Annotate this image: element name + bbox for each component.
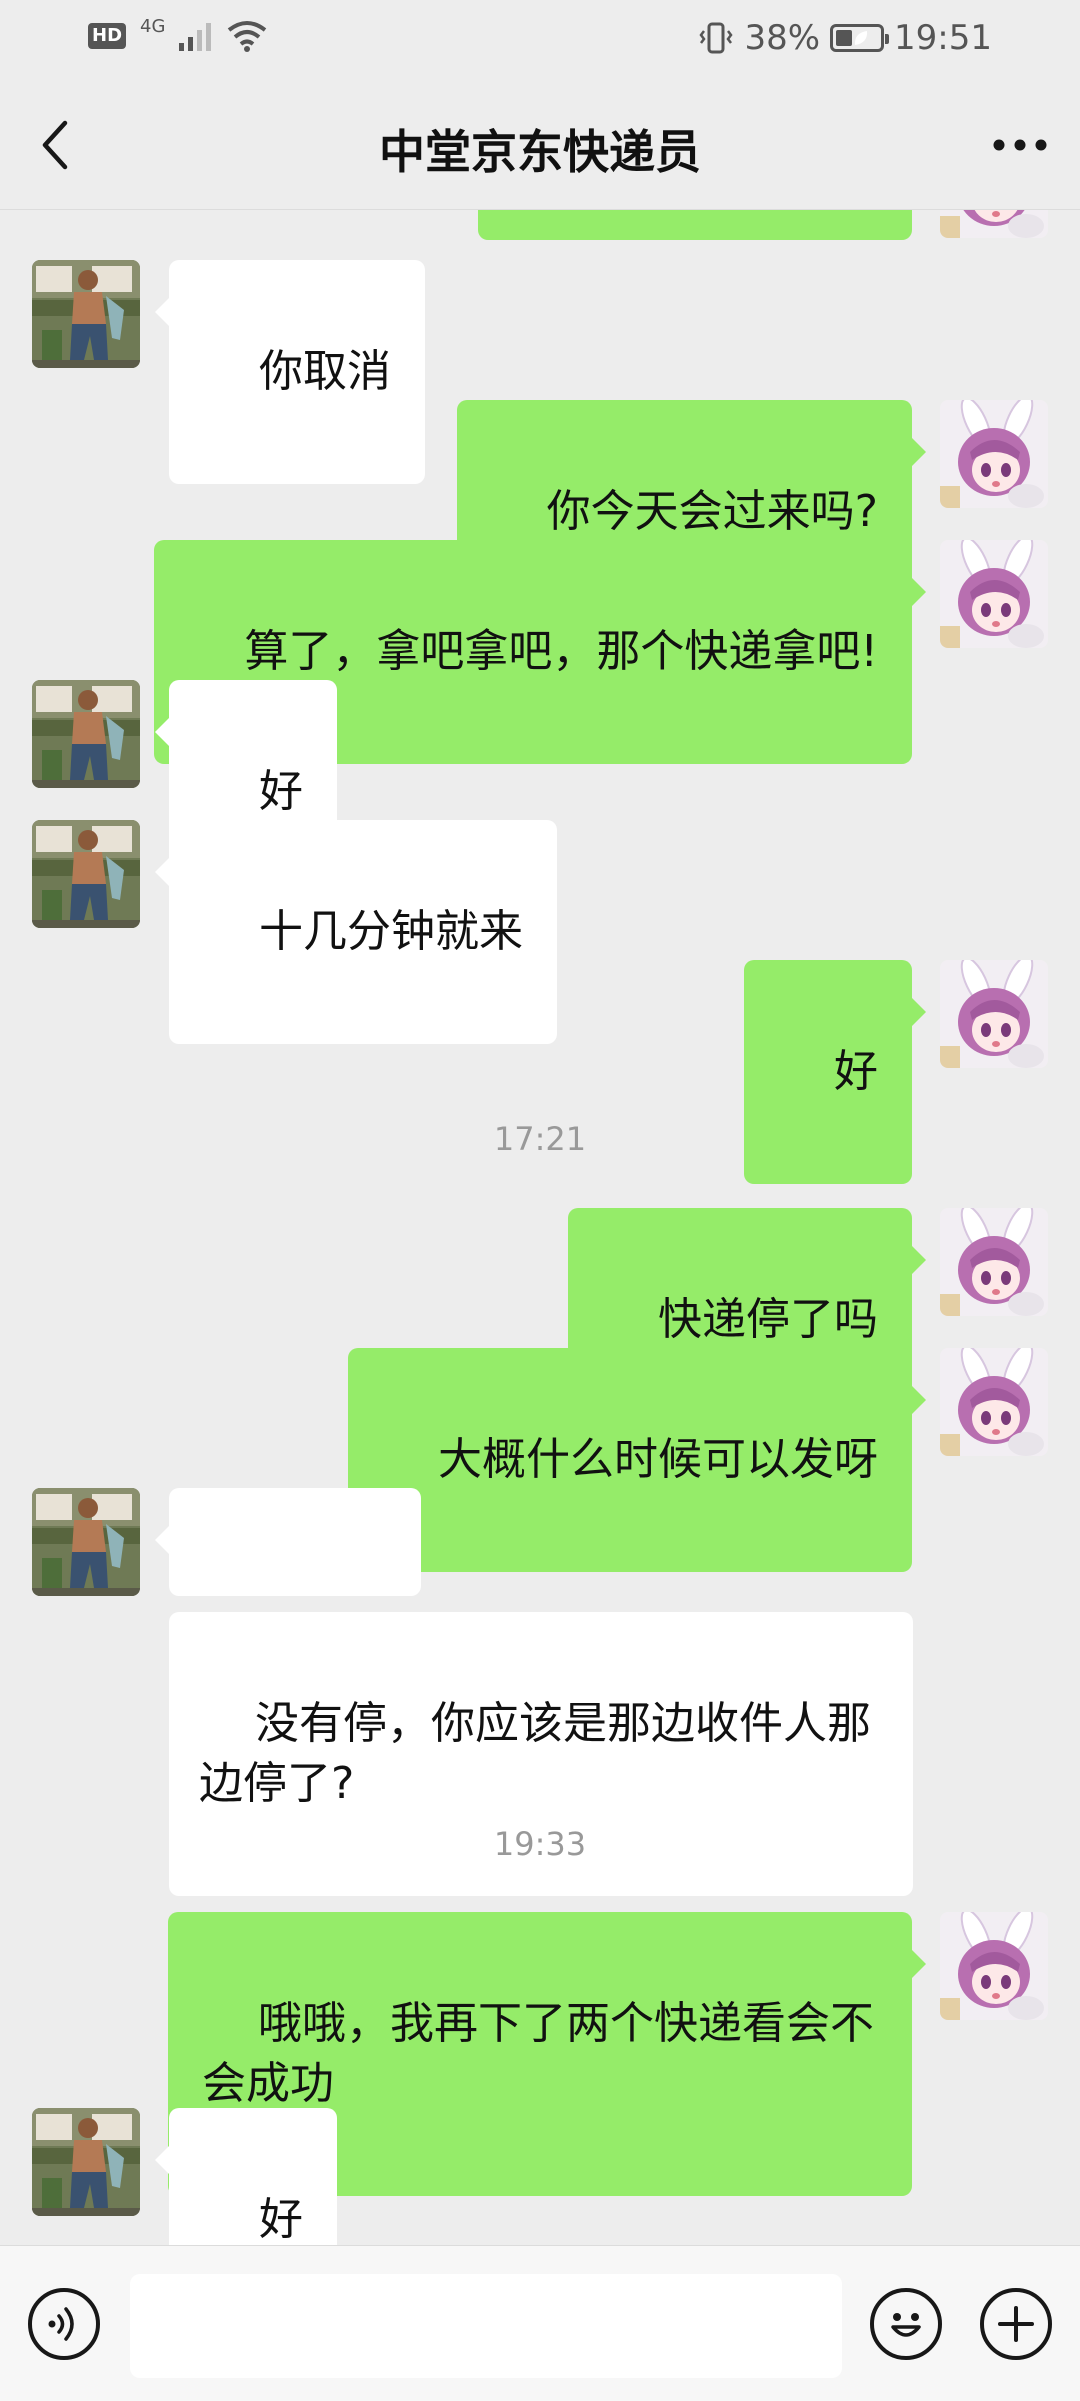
message-input[interactable] — [130, 2274, 842, 2378]
status-left: HD 4G — [88, 16, 267, 52]
leaf-icon — [854, 31, 868, 45]
more-dots-icon — [993, 139, 1047, 151]
status-right: 38% 19:51 — [698, 18, 992, 58]
time-divider: 17:21 — [493, 1120, 587, 1158]
wifi-icon — [228, 21, 267, 52]
message-bubble[interactable]: 大概什么时候可以发呀 — [348, 1348, 926, 1572]
my-avatar[interactable] — [940, 1208, 1048, 1316]
courier-avatar-image — [32, 820, 140, 928]
message-text: 好 — [834, 1046, 878, 1097]
partial-message-bubble[interactable] — [478, 210, 912, 240]
more-button[interactable] — [980, 105, 1060, 185]
message-list[interactable]: 你取消 你今天会过来吗? 算了，拿吧拿吧，那个快递拿吧! 好 十几分钟就来 好 … — [0, 210, 1080, 2245]
vibrate-icon — [699, 22, 733, 54]
message-text: 快递停了吗 — [658, 1294, 878, 1345]
courier-avatar[interactable] — [32, 680, 140, 788]
bunny-girl-avatar-image — [940, 1208, 1048, 1316]
input-bar — [0, 2245, 1080, 2401]
message-text: 哦哦，我再下了两个快递看会不会成功 — [202, 1998, 874, 2109]
message-text: 十几分钟就来 — [258, 906, 523, 957]
message-text: 你取消 — [258, 346, 391, 397]
my-avatar[interactable] — [940, 960, 1048, 1068]
message-bubble[interactable]: 十几分钟就来 — [155, 820, 557, 1044]
bunny-girl-avatar-image — [940, 400, 1048, 508]
voice-input-icon — [48, 2307, 74, 2341]
battery-percent: 38% — [744, 18, 821, 58]
courier-avatar-image — [32, 260, 140, 368]
message-text: 你今天会过来吗? — [546, 486, 878, 537]
message-text: 好 — [258, 2194, 303, 2245]
bunny-girl-avatar-image — [940, 1348, 1048, 1456]
bunny-girl-avatar-image — [940, 540, 1048, 648]
courier-avatar-image — [32, 1488, 140, 1596]
bunny-girl-avatar-image — [940, 1912, 1048, 2020]
courier-avatar-image — [32, 2108, 140, 2216]
voice-input-button[interactable] — [28, 2288, 100, 2360]
status-bar: HD 4G 38% 19:51 — [0, 0, 1080, 80]
my-avatar[interactable] — [940, 210, 1048, 238]
my-avatar[interactable] — [940, 400, 1048, 508]
message-bubble[interactable]: 你取消 — [155, 260, 425, 484]
hd-badge: HD — [88, 23, 127, 49]
courier-avatar[interactable] — [32, 820, 140, 928]
message-bubble[interactable]: 好 — [155, 2108, 337, 2245]
plus-icon — [998, 2306, 1034, 2342]
my-avatar[interactable] — [940, 1348, 1048, 1456]
emoji-icon — [891, 2313, 921, 2337]
network-type-label: 4G — [140, 15, 166, 37]
battery-icon — [830, 24, 890, 52]
clock: 19:51 — [894, 18, 992, 58]
bunny-girl-avatar-image — [940, 960, 1048, 1068]
my-avatar[interactable] — [940, 1912, 1048, 2020]
message-text: 大概什么时候可以发呀 — [438, 1434, 878, 1485]
emoji-button[interactable] — [870, 2288, 942, 2360]
bunny-girl-avatar-image — [940, 210, 1048, 238]
chat-header: 中堂京东快递员 — [0, 80, 1080, 210]
signal-icon — [179, 23, 212, 51]
plus-button[interactable] — [980, 2288, 1052, 2360]
my-avatar[interactable] — [940, 540, 1048, 648]
time-divider: 19:33 — [493, 1825, 587, 1863]
message-text: 算了，拿吧拿吧，那个快递拿吧! — [244, 626, 878, 677]
chat-title: 中堂京东快递员 — [379, 125, 701, 179]
message-text: 好 — [258, 766, 303, 817]
courier-avatar[interactable] — [32, 1488, 140, 1596]
message-text: 没有停，你应该是那边收件人那边停了? — [199, 1698, 871, 1809]
battery-fill — [836, 30, 853, 46]
courier-avatar[interactable] — [32, 260, 140, 368]
courier-avatar[interactable] — [32, 2108, 140, 2216]
courier-avatar-image — [32, 680, 140, 788]
voice-message-bubble[interactable]: 4" — [155, 1488, 421, 1684]
